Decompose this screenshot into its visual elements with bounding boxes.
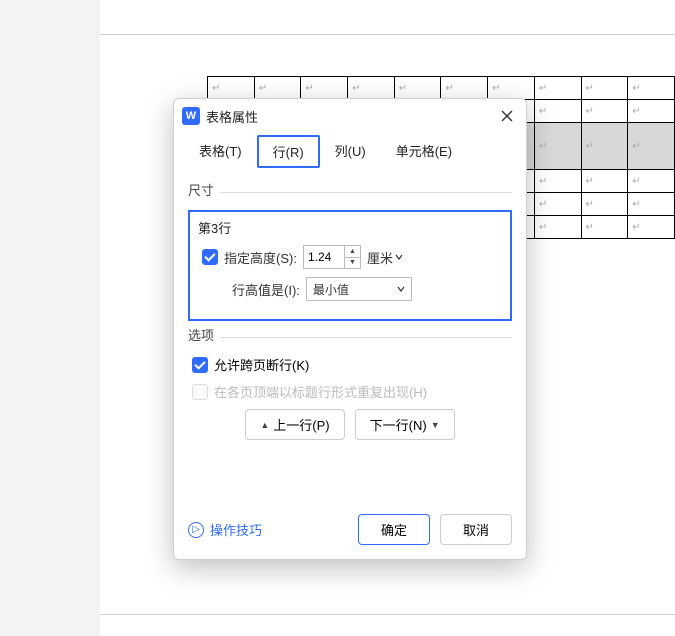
prev-row-button[interactable]: ▲ 上一行(P) xyxy=(245,409,344,440)
triangle-down-icon: ▼ xyxy=(431,420,440,430)
spec-height-checkbox[interactable] xyxy=(202,249,218,265)
close-icon xyxy=(501,110,513,122)
dialog-title: 表格属性 xyxy=(206,107,490,126)
tab-row[interactable]: 行(R) xyxy=(257,135,320,168)
height-is-row: 行高值是(I): 最小值 xyxy=(198,277,502,301)
allow-break-label: 允许跨页断行(K) xyxy=(214,355,309,374)
triangle-up-icon: ▲ xyxy=(260,420,269,430)
next-row-label: 下一行(N) xyxy=(370,415,427,434)
dialog-body: 尺寸 第3行 指定高度(S): ▲ ▼ 厘米 xyxy=(174,168,526,504)
height-is-select[interactable]: 最小值 xyxy=(306,277,412,301)
play-circle-icon: ▷ xyxy=(188,522,204,538)
tab-table[interactable]: 表格(T) xyxy=(184,135,257,168)
current-row-label: 第3行 xyxy=(198,218,502,237)
spinner-down-icon[interactable]: ▼ xyxy=(345,258,360,269)
options-group-label: 选项 xyxy=(188,323,512,348)
table-properties-dialog: W 表格属性 表格(T) 行(R) 列(U) 单元格(E) 尺寸 第3行 指定高… xyxy=(173,98,527,560)
chevron-down-icon xyxy=(395,253,403,261)
allow-break-row: 允许跨页断行(K) xyxy=(192,355,512,374)
height-is-value: 最小值 xyxy=(313,281,349,298)
tab-column[interactable]: 列(U) xyxy=(320,135,381,168)
tips-label: 操作技巧 xyxy=(210,520,262,539)
height-spinner[interactable]: ▲ ▼ xyxy=(303,245,361,269)
table-row: ↵↵↵↵ ↵↵↵↵ ↵↵ xyxy=(208,77,675,100)
repeat-header-label: 在各页顶端以标题行形式重复出现(H) xyxy=(214,382,427,401)
prev-row-label: 上一行(P) xyxy=(273,415,329,434)
height-is-label: 行高值是(I): xyxy=(232,280,300,299)
size-group-label: 尺寸 xyxy=(188,178,512,203)
ok-button[interactable]: 确定 xyxy=(358,514,430,545)
spec-height-label: 指定高度(S): xyxy=(224,248,297,267)
row-nav: ▲ 上一行(P) 下一行(N) ▼ xyxy=(188,409,512,440)
page-rule xyxy=(100,34,675,35)
spec-height-row: 指定高度(S): ▲ ▼ 厘米 xyxy=(198,245,502,269)
dialog-footer: ▷ 操作技巧 确定 取消 xyxy=(174,504,526,559)
height-input[interactable] xyxy=(304,246,344,268)
page-rule xyxy=(100,614,675,615)
repeat-header-row: 在各页顶端以标题行形式重复出现(H) xyxy=(192,382,512,401)
dialog-titlebar: W 表格属性 xyxy=(174,99,526,131)
options-block: 允许跨页断行(K) 在各页顶端以标题行形式重复出现(H) xyxy=(188,355,512,401)
close-button[interactable] xyxy=(496,105,518,127)
divider xyxy=(220,192,512,193)
cancel-button[interactable]: 取消 xyxy=(440,514,512,545)
tab-cell[interactable]: 单元格(E) xyxy=(381,135,467,168)
next-row-button[interactable]: 下一行(N) ▼ xyxy=(355,409,455,440)
unit-combo[interactable]: 厘米 xyxy=(367,248,403,267)
divider xyxy=(220,337,512,338)
app-icon: W xyxy=(182,107,200,125)
row-settings-highlight: 第3行 指定高度(S): ▲ ▼ 厘米 行高值是(I): xyxy=(188,210,512,321)
allow-break-checkbox[interactable] xyxy=(192,357,208,373)
unit-label: 厘米 xyxy=(367,248,393,267)
repeat-header-checkbox xyxy=(192,384,208,400)
chevron-down-icon xyxy=(397,285,405,293)
tips-link[interactable]: ▷ 操作技巧 xyxy=(188,520,262,539)
spinner-up-icon[interactable]: ▲ xyxy=(345,246,360,258)
dialog-tabs: 表格(T) 行(R) 列(U) 单元格(E) xyxy=(174,131,526,168)
